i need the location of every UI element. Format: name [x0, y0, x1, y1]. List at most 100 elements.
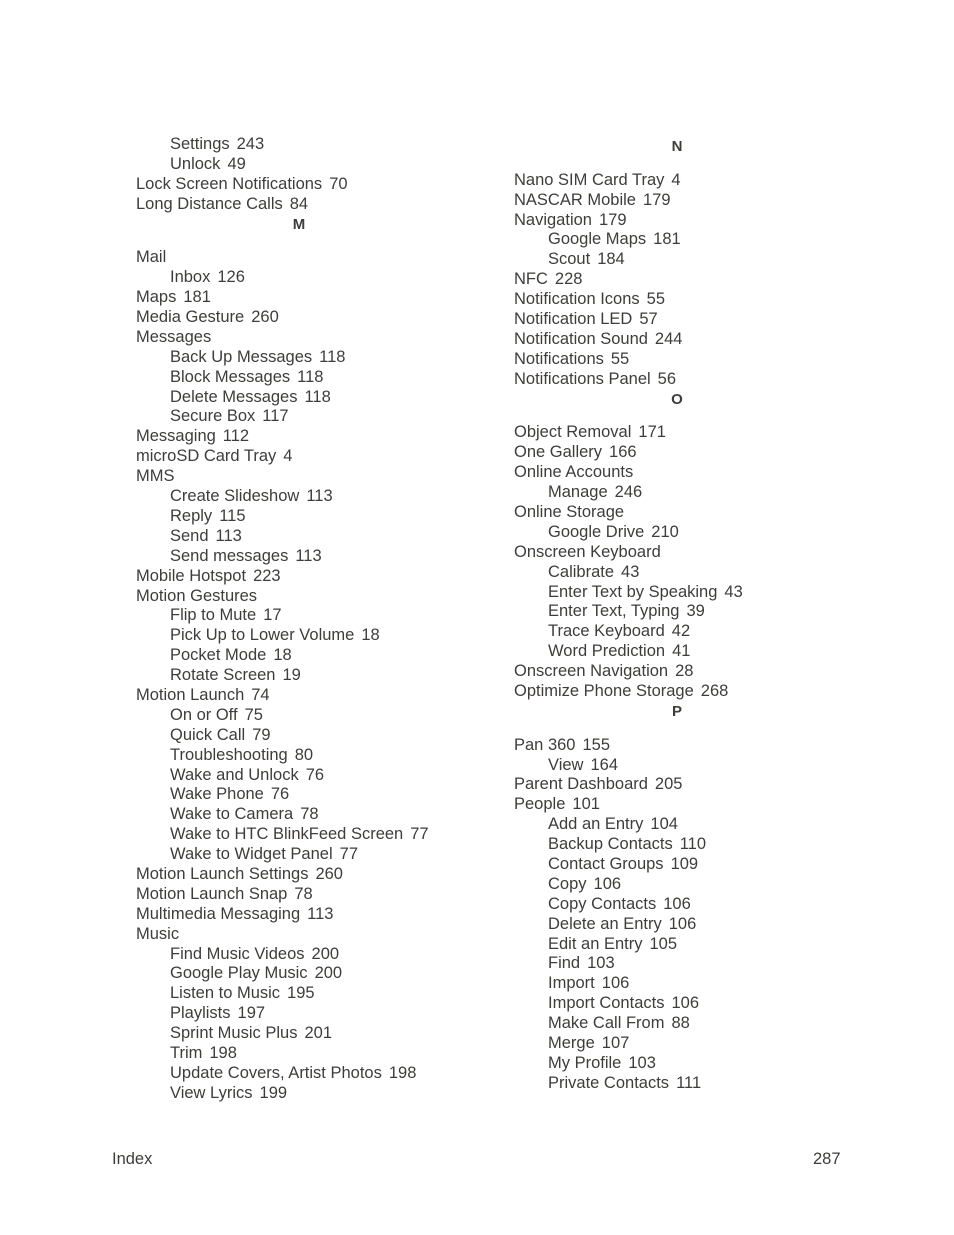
entry-page-link[interactable]: 198: [389, 1064, 417, 1082]
entry-page-link[interactable]: 200: [315, 964, 343, 982]
entry-term: Notification LED: [514, 310, 633, 329]
entry-page-link[interactable]: 166: [609, 443, 637, 461]
entry-page-link[interactable]: 223: [253, 567, 281, 585]
entry-page-link[interactable]: 118: [319, 348, 345, 366]
entry-page-link[interactable]: 106: [602, 974, 630, 992]
entry-page-link[interactable]: 106: [669, 915, 697, 933]
entry-page-link[interactable]: 74: [251, 686, 269, 704]
entry-page-link[interactable]: 76: [306, 766, 324, 784]
entry-page-link[interactable]: 155: [582, 736, 610, 754]
entry-term: Onscreen Navigation: [514, 662, 669, 681]
entry-page-link[interactable]: 112: [223, 427, 249, 445]
entry-term: Troubleshooting: [170, 745, 288, 764]
entry-page-link[interactable]: 115: [219, 507, 245, 525]
entry-page-link[interactable]: 244: [655, 330, 683, 348]
entry-term: Trim: [170, 1043, 203, 1062]
entry-page-link[interactable]: 88: [671, 1014, 689, 1032]
entry-page-link[interactable]: 43: [724, 583, 742, 601]
entry-term: Google Drive: [548, 522, 645, 541]
entry-page-link[interactable]: 110: [680, 835, 706, 853]
entry-page-link[interactable]: 118: [297, 368, 323, 386]
entry-page-link[interactable]: 43: [621, 563, 639, 581]
entry-page-link[interactable]: 77: [340, 845, 358, 863]
entry-page-link[interactable]: 104: [650, 815, 678, 833]
index-subentry: Copy Contacts 106: [514, 895, 844, 915]
entry-page-link[interactable]: 18: [273, 646, 291, 664]
entry-page-link[interactable]: 111: [676, 1074, 701, 1092]
entry-page-link[interactable]: 84: [290, 195, 308, 213]
entry-page-link[interactable]: 101: [572, 795, 600, 813]
entry-page-link[interactable]: 78: [300, 805, 318, 823]
entry-page-link[interactable]: 103: [628, 1054, 656, 1072]
entry-page-link[interactable]: 200: [312, 945, 340, 963]
entry-page-link[interactable]: 55: [611, 350, 629, 368]
entry-page-link[interactable]: 205: [655, 775, 683, 793]
entry-page-link[interactable]: 70: [329, 175, 347, 193]
index-subentry: Import Contacts 106: [514, 994, 844, 1014]
index-subentry: Trace Keyboard 42: [514, 622, 844, 642]
entry-page-link[interactable]: 113: [216, 527, 242, 545]
entry-page-link[interactable]: 57: [639, 310, 657, 328]
entry-page-link[interactable]: 28: [675, 662, 693, 680]
entry-page-link[interactable]: 106: [671, 994, 699, 1012]
entry-page-link[interactable]: 17: [263, 606, 281, 624]
entry-page-link[interactable]: 246: [615, 483, 643, 501]
entry-page-link[interactable]: 181: [653, 230, 681, 248]
entry-page-link[interactable]: 80: [295, 746, 313, 764]
entry-page-link[interactable]: 55: [647, 290, 665, 308]
entry-page-link[interactable]: 126: [217, 268, 245, 286]
entry-page-link[interactable]: 179: [599, 211, 627, 229]
entry-page-link[interactable]: 210: [651, 523, 679, 541]
entry-term: Update Covers, Artist Photos: [170, 1063, 382, 1082]
entry-page-link[interactable]: 39: [686, 602, 704, 620]
entry-term: Inbox: [170, 268, 211, 287]
entry-page-link[interactable]: 49: [227, 155, 245, 173]
entry-page-link[interactable]: 181: [183, 288, 211, 306]
entry-page-link[interactable]: 197: [238, 1004, 266, 1022]
entry-page-link[interactable]: 76: [271, 785, 289, 803]
entry-page-link[interactable]: 195: [287, 984, 315, 1002]
entry-page-link[interactable]: 106: [663, 895, 691, 913]
entry-page-link[interactable]: 56: [658, 370, 676, 388]
index-subentry: Inbox 126: [136, 268, 466, 288]
entry-page-link[interactable]: 113: [306, 487, 332, 505]
entry-page-link[interactable]: 75: [245, 706, 263, 724]
entry-page-link[interactable]: 268: [701, 682, 729, 700]
entry-page-link[interactable]: 109: [671, 855, 699, 873]
entry-page-link[interactable]: 228: [555, 270, 583, 288]
entry-page-link[interactable]: 164: [590, 756, 618, 774]
index-subentry: View 164: [514, 756, 844, 776]
entry-page-link[interactable]: 179: [643, 191, 671, 209]
index-entry: microSD Card Tray 4: [136, 447, 466, 467]
index-subentry: Secure Box 117: [136, 407, 466, 427]
entry-page-link[interactable]: 260: [251, 308, 279, 326]
entry-page-link[interactable]: 117: [262, 407, 288, 425]
entry-page-link[interactable]: 18: [361, 626, 379, 644]
entry-page-link[interactable]: 260: [315, 865, 343, 883]
entry-page-link[interactable]: 243: [237, 135, 265, 153]
entry-page-link[interactable]: 19: [282, 666, 300, 684]
entry-page-link[interactable]: 118: [304, 388, 330, 406]
index-subentry: Manage 246: [514, 483, 844, 503]
entry-page-link[interactable]: 113: [307, 905, 333, 923]
entry-page-link[interactable]: 113: [295, 547, 321, 565]
entry-page-link[interactable]: 4: [671, 171, 680, 189]
entry-page-link[interactable]: 79: [252, 726, 270, 744]
letter-heading: O: [671, 390, 683, 408]
entry-page-link[interactable]: 199: [260, 1084, 288, 1102]
entry-page-link[interactable]: 107: [602, 1034, 630, 1052]
entry-term: Find: [548, 954, 581, 973]
entry-page-link[interactable]: 198: [209, 1044, 237, 1062]
index-entry: Media Gesture 260: [136, 308, 466, 328]
entry-page-link[interactable]: 184: [597, 250, 625, 268]
entry-page-link[interactable]: 78: [294, 885, 312, 903]
entry-page-link[interactable]: 103: [587, 954, 615, 972]
entry-page-link[interactable]: 42: [672, 622, 690, 640]
entry-page-link[interactable]: 4: [283, 447, 292, 465]
entry-page-link[interactable]: 201: [304, 1024, 332, 1042]
entry-page-link[interactable]: 41: [672, 642, 690, 660]
entry-page-link[interactable]: 77: [410, 825, 428, 843]
entry-page-link[interactable]: 105: [649, 935, 677, 953]
entry-page-link[interactable]: 171: [638, 423, 666, 441]
entry-page-link[interactable]: 106: [594, 875, 622, 893]
